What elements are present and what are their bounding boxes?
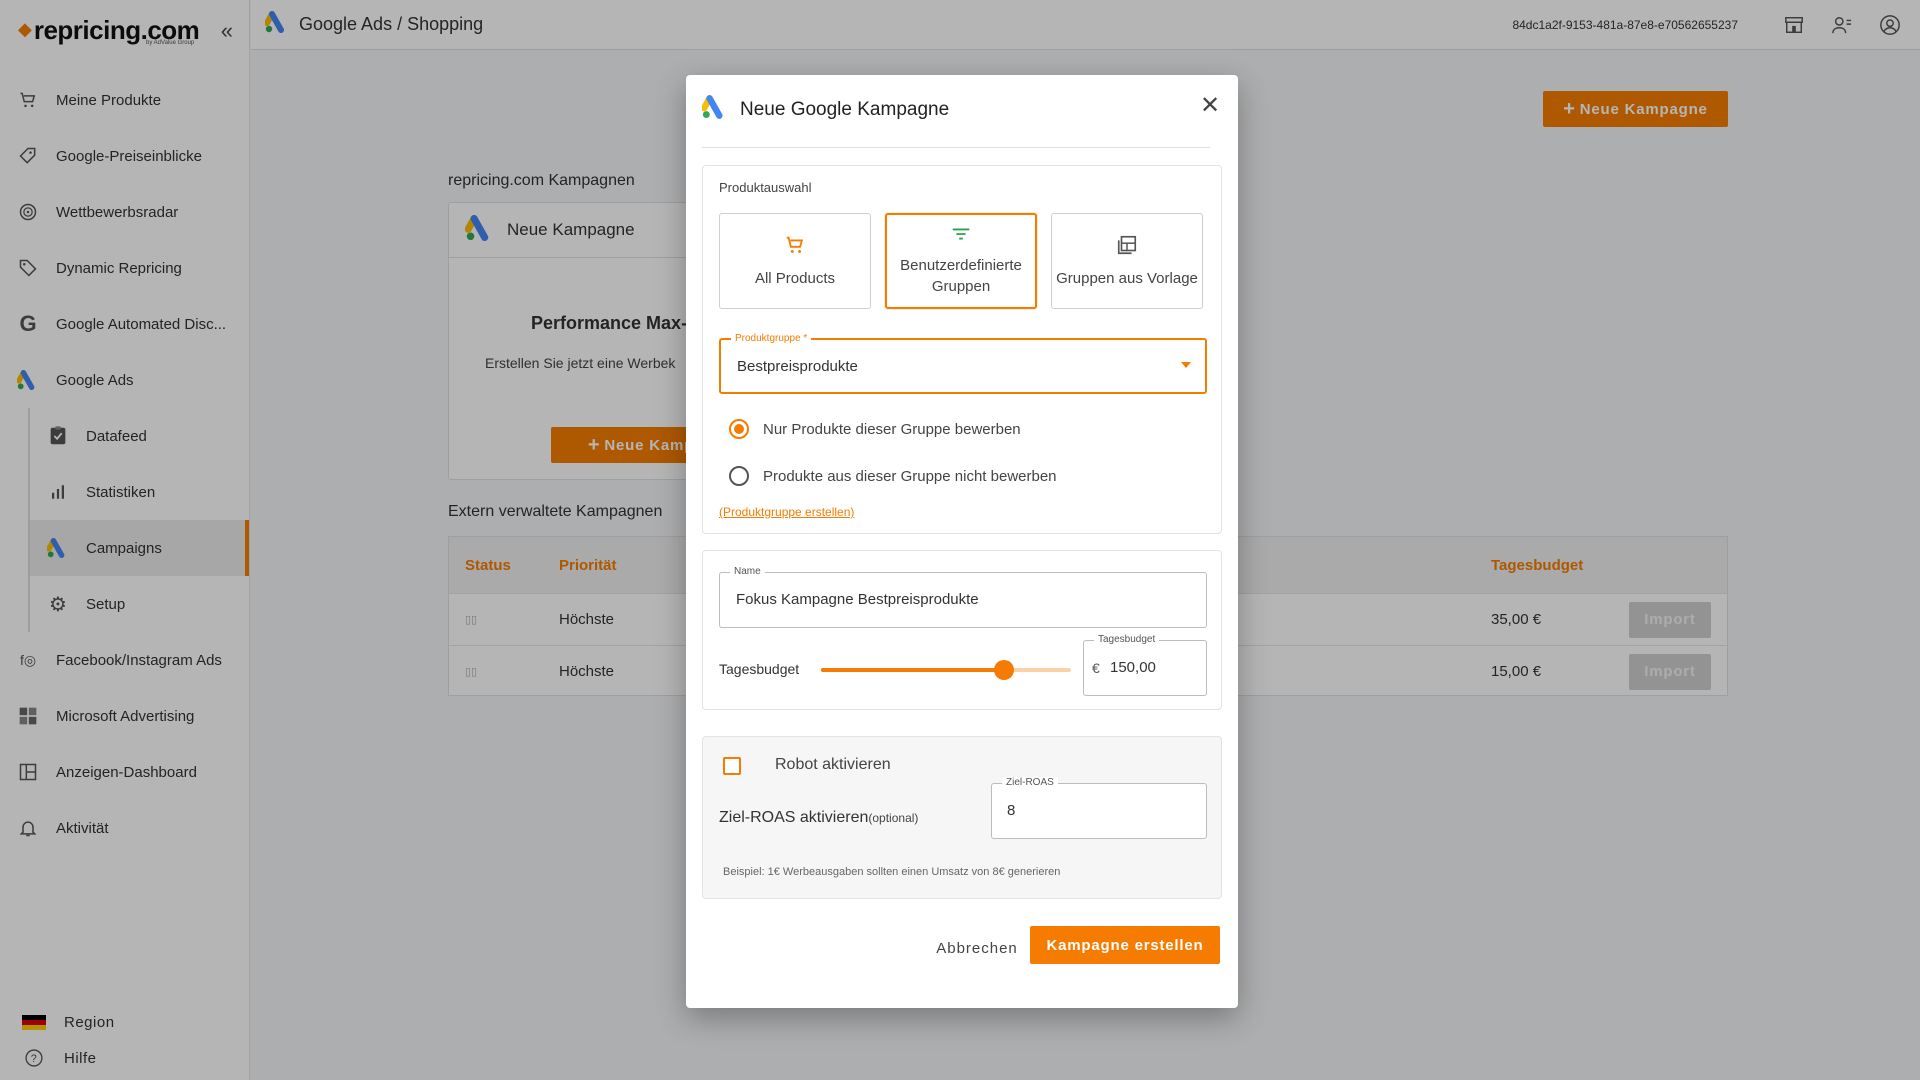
roas-hint: Beispiel: 1€ Werbeausgaben sollten einen… bbox=[723, 866, 1061, 878]
budget-slider[interactable] bbox=[821, 660, 1071, 680]
choice-label: All Products bbox=[754, 269, 836, 287]
name-budget-section: Name Fokus Kampagne Bestpreisprodukte Ta… bbox=[702, 550, 1222, 710]
close-icon[interactable]: ✕ bbox=[1196, 91, 1224, 119]
new-google-campaign-dialog: Neue Google Kampagne ✕ Produktauswahl Al… bbox=[686, 75, 1238, 1008]
choice-template-groups[interactable]: Gruppen aus Vorlage bbox=[1051, 213, 1203, 309]
product-selection-section: Produktauswahl All Products Benutzerdefi… bbox=[702, 165, 1222, 534]
campaign-name-field[interactable]: Name Fokus Kampagne Bestpreisprodukte bbox=[719, 566, 1207, 628]
radio-exclude-label: Produkte aus dieser Gruppe nicht bewerbe… bbox=[763, 467, 1057, 485]
roas-field-label: Ziel-ROAS bbox=[1002, 777, 1058, 789]
google-ads-icon bbox=[700, 95, 728, 125]
robot-section: Robot aktivieren Ziel-ROAS aktivieren(op… bbox=[702, 736, 1222, 899]
name-field-label: Name bbox=[730, 566, 765, 578]
roas-optional: (optional) bbox=[868, 811, 919, 825]
roas-value: 8 bbox=[1007, 802, 1016, 819]
choice-label: Benutzerdefinierte Gruppen bbox=[900, 257, 1022, 295]
cancel-button[interactable]: Abbrechen bbox=[912, 930, 1042, 966]
dropdown-caret-icon bbox=[1181, 362, 1191, 368]
dialog-header: Neue Google Kampagne bbox=[700, 95, 950, 125]
product-group-label: Produktgruppe * bbox=[731, 333, 812, 345]
radio-unchecked bbox=[729, 466, 749, 486]
create-campaign-button[interactable]: Kampagne erstellen bbox=[1030, 926, 1220, 964]
product-selection-label: Produktauswahl bbox=[719, 180, 812, 195]
create-product-group-link[interactable]: (Produktgruppe erstellen) bbox=[719, 505, 854, 519]
budget-slider-fill bbox=[821, 668, 1004, 672]
product-group-value: Bestpreisprodukte bbox=[737, 358, 858, 375]
choice-label: Gruppen aus Vorlage bbox=[1056, 269, 1198, 287]
dialog-title: Neue Google Kampagne bbox=[740, 99, 950, 120]
roas-label: Ziel-ROAS aktivieren(optional) bbox=[719, 809, 918, 827]
currency-symbol: € bbox=[1092, 660, 1100, 676]
radio-include-label: Nur Produkte dieser Gruppe bewerben bbox=[763, 420, 1021, 438]
budget-input[interactable]: Tagesbudget € 150,00 bbox=[1083, 634, 1207, 696]
radio-checked bbox=[729, 419, 749, 439]
robot-label: Robot aktivieren bbox=[775, 756, 891, 773]
robot-checkbox[interactable] bbox=[723, 757, 741, 775]
budget-slider-label: Tagesbudget bbox=[719, 661, 800, 677]
radio-exclude-group[interactable]: Produkte aus dieser Gruppe nicht bewerbe… bbox=[729, 466, 1057, 486]
budget-slider-thumb[interactable] bbox=[993, 660, 1014, 680]
cart-icon bbox=[784, 234, 806, 262]
budget-value: 150,00 bbox=[1110, 659, 1156, 676]
template-icon bbox=[1116, 234, 1138, 262]
radio-include-group[interactable]: Nur Produkte dieser Gruppe bewerben bbox=[729, 419, 1021, 439]
dialog-divider bbox=[702, 147, 1210, 148]
roas-input[interactable]: Ziel-ROAS 8 bbox=[991, 777, 1207, 839]
product-group-select[interactable]: Produktgruppe * Bestpreisprodukte bbox=[719, 333, 1207, 394]
budget-field-label: Tagesbudget bbox=[1094, 634, 1160, 646]
choice-custom-groups[interactable]: Benutzerdefinierte Gruppen bbox=[885, 213, 1037, 309]
name-field-value: Fokus Kampagne Bestpreisprodukte bbox=[736, 591, 979, 608]
filter-icon bbox=[950, 225, 972, 249]
roas-label-text: Ziel-ROAS aktivieren bbox=[719, 809, 869, 826]
choice-all-products[interactable]: All Products bbox=[719, 213, 871, 309]
